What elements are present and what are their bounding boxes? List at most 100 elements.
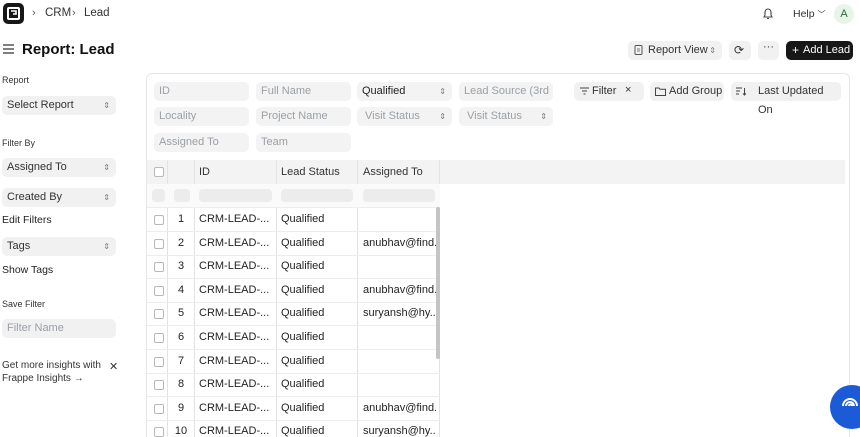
chevron-right-icon: › — [72, 7, 76, 19]
lead-id-cell[interactable]: CRM-LEAD-... — [199, 237, 277, 249]
clear-filter-icon[interactable]: × — [625, 81, 631, 100]
lead-id-cell[interactable]: CRM-LEAD-... — [199, 307, 277, 319]
table-row[interactable]: 7 CRM-LEAD-... Qualified — [147, 350, 440, 374]
created-by-filter[interactable]: Created By ⇕ — [2, 188, 116, 207]
lead-status-column-filter[interactable] — [281, 189, 353, 202]
table-row[interactable]: 5 CRM-LEAD-... Qualified suryansh@hy... — [147, 302, 440, 327]
assigned-to-filter[interactable]: Assigned To ⇕ — [2, 158, 116, 177]
project-name-filter-input[interactable]: Project Name — [256, 107, 351, 126]
filter-cell[interactable] — [152, 189, 165, 202]
lead-source-filter-input[interactable]: Lead Source (3rd — [459, 82, 553, 101]
lead-id-cell[interactable]: CRM-LEAD-... — [199, 425, 277, 437]
team-filter-input[interactable]: Team — [256, 133, 351, 152]
assigned-to-cell[interactable]: suryansh@hy... — [363, 425, 436, 437]
lead-status-filter-select[interactable]: Qualified ⇕ — [357, 82, 452, 101]
assigned-to-filter-label: Assigned To — [7, 161, 67, 173]
assigned-to-column-filter[interactable] — [363, 189, 435, 202]
edit-filters-link[interactable]: Edit Filters — [2, 214, 52, 226]
lead-status-cell[interactable]: Qualified — [281, 331, 359, 343]
close-icon[interactable]: ✕ — [109, 360, 118, 373]
visit-status-filter-select-2[interactable]: Visit Status ⇕ — [459, 107, 553, 126]
row-checkbox[interactable] — [154, 285, 164, 296]
table-row[interactable]: 1 CRM-LEAD-... Qualified — [147, 208, 440, 232]
visit-status-placeholder-1: Visit Status — [365, 110, 420, 122]
breadcrumb-lead[interactable]: Lead — [84, 7, 110, 19]
sort-button[interactable]: Last Updated On — [731, 82, 841, 116]
select-report-dropdown[interactable]: Select Report ⇕ — [2, 96, 116, 115]
assigned-to-cell[interactable]: suryansh@hy... — [363, 307, 436, 319]
row-checkbox[interactable] — [154, 309, 164, 320]
locality-filter-input[interactable]: Locality — [154, 107, 249, 126]
row-checkbox[interactable] — [154, 262, 164, 273]
lead-id-cell[interactable]: CRM-LEAD-... — [199, 213, 277, 225]
select-arrows-icon: ⇕ — [709, 46, 716, 55]
lead-status-cell[interactable]: Qualified — [281, 307, 359, 319]
table-row[interactable]: 9 CRM-LEAD-... Qualified anubhav@find... — [147, 397, 440, 421]
row-checkbox[interactable] — [154, 427, 164, 437]
table-row[interactable]: 3 CRM-LEAD-... Qualified — [147, 255, 440, 280]
frappe-insights-link[interactable]: Get more insights with Frappe Insights → — [2, 359, 101, 385]
lead-status-cell[interactable]: Qualified — [281, 402, 359, 414]
assigned-to-cell[interactable]: anubhav@find... — [363, 237, 436, 249]
row-number: 5 — [177, 307, 185, 320]
full-name-filter-input[interactable]: Full Name — [256, 82, 351, 101]
breadcrumb-crm[interactable]: CRM — [45, 7, 71, 19]
lead-id-cell[interactable]: CRM-LEAD-... — [199, 260, 277, 272]
table-row[interactable]: 10 CRM-LEAD-... Qualified suryansh@hy... — [147, 420, 440, 437]
tags-dropdown[interactable]: Tags ⇕ — [2, 237, 116, 256]
lead-id-cell[interactable]: CRM-LEAD-... — [199, 378, 277, 390]
menu-icon[interactable] — [3, 44, 14, 57]
table-row[interactable]: 6 CRM-LEAD-... Qualified — [147, 326, 440, 350]
row-checkbox[interactable] — [154, 238, 164, 249]
folder-icon — [655, 82, 666, 101]
column-header-assigned-to[interactable]: Assigned To — [363, 166, 423, 178]
help-menu[interactable]: Help ﹀ — [793, 8, 826, 20]
row-number: 9 — [177, 401, 185, 414]
table-row[interactable]: 4 CRM-LEAD-... Qualified anubhav@find... — [147, 279, 440, 303]
id-column-filter[interactable] — [199, 189, 272, 202]
table-scrollbar[interactable] — [436, 207, 440, 359]
select-arrows-icon: ⇕ — [439, 112, 446, 121]
row-checkbox[interactable] — [154, 380, 164, 391]
lead-status-cell[interactable]: Qualified — [281, 425, 359, 437]
row-checkbox[interactable] — [154, 403, 164, 414]
row-number: 7 — [177, 354, 185, 367]
lead-status-cell[interactable]: Qualified — [281, 260, 359, 272]
top-navbar: › CRM › Lead Help ﹀ A — [0, 0, 860, 28]
assigned-to-filter-input[interactable]: Assigned To — [154, 133, 249, 152]
bell-icon[interactable] — [762, 7, 774, 23]
visit-status-filter-select-1[interactable]: Visit Status ⇕ — [357, 107, 452, 126]
lead-id-cell[interactable]: CRM-LEAD-... — [199, 331, 277, 343]
assigned-to-cell[interactable]: anubhav@find... — [363, 284, 436, 296]
lead-status-cell[interactable]: Qualified — [281, 284, 359, 296]
app-logo-icon[interactable] — [3, 3, 24, 24]
table-row[interactable]: 2 CRM-LEAD-... Qualified anubhav@find... — [147, 232, 440, 256]
lead-status-cell[interactable]: Qualified — [281, 237, 359, 249]
select-all-checkbox[interactable] — [154, 167, 164, 177]
lead-status-cell[interactable]: Qualified — [281, 213, 359, 225]
add-group-button[interactable]: Add Group — [650, 82, 724, 101]
row-checkbox[interactable] — [154, 215, 164, 225]
refresh-button[interactable]: ⟳ — [729, 41, 751, 60]
add-lead-button[interactable]: + Add Lead — [786, 41, 853, 60]
id-filter-input[interactable]: ID — [154, 82, 249, 101]
lead-id-cell[interactable]: CRM-LEAD-... — [199, 355, 277, 367]
column-header-lead-status[interactable]: Lead Status — [281, 166, 340, 178]
avatar[interactable]: A — [834, 4, 854, 24]
table-row[interactable]: 8 CRM-LEAD-... Qualified — [147, 373, 440, 398]
row-checkbox[interactable] — [154, 356, 164, 367]
filter-cell[interactable] — [174, 189, 190, 202]
report-view-button[interactable]: Report View ⇕ — [628, 41, 722, 60]
add-lead-label: Add Lead — [803, 44, 851, 56]
filter-button[interactable]: Filter × — [574, 82, 644, 101]
row-checkbox[interactable] — [154, 333, 164, 343]
lead-status-cell[interactable]: Qualified — [281, 378, 359, 390]
lead-id-cell[interactable]: CRM-LEAD-... — [199, 284, 277, 296]
assigned-to-cell[interactable]: anubhav@find... — [363, 402, 436, 414]
lead-status-cell[interactable]: Qualified — [281, 355, 359, 367]
lead-id-cell[interactable]: CRM-LEAD-... — [199, 402, 277, 414]
show-tags-link[interactable]: Show Tags — [2, 264, 53, 276]
more-options-button[interactable]: ··· — [758, 41, 779, 60]
filter-name-input[interactable]: Filter Name — [2, 319, 116, 338]
column-header-id[interactable]: ID — [199, 166, 210, 178]
